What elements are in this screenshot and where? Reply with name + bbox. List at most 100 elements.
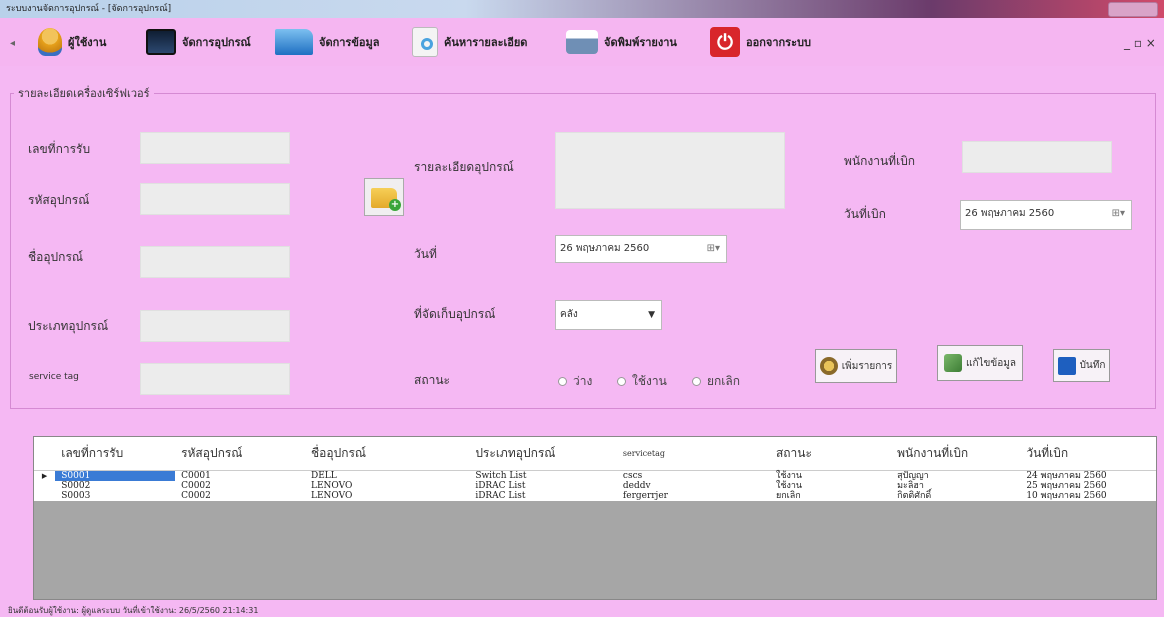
status-radio-available[interactable]: ว่าง bbox=[558, 372, 592, 391]
grid-header-row: เลขที่การรับ รหัสอุปกรณ์ ชื่ออุปกรณ์ ประ… bbox=[34, 437, 1156, 471]
menu-label: จัดพิมพ์รายงาน bbox=[604, 36, 677, 49]
issue-date-label: วันที่เบิก bbox=[844, 207, 886, 221]
calendar-dropdown-icon: ⊞▾ bbox=[1111, 208, 1125, 219]
menu-label: จัดการอุปกรณ์ bbox=[182, 36, 251, 49]
save-button[interactable]: บันทึก bbox=[1053, 349, 1110, 382]
column-header[interactable]: servicetag bbox=[616, 437, 770, 471]
status-text: ยินดีต้อนรับผู้ใช้งาน: ผู้ดูแลระบบ วันที… bbox=[8, 606, 259, 615]
radio-circle bbox=[617, 377, 626, 386]
table-cell[interactable]: 10 พฤษภาคม 2560 bbox=[1020, 491, 1156, 501]
date-picker[interactable]: 26 พฤษภาคม 2560 ⊞▾ bbox=[555, 235, 727, 263]
table-cell[interactable]: Switch List bbox=[469, 471, 617, 482]
radio-label: ใช้งาน bbox=[632, 374, 667, 388]
grid-table: เลขที่การรับ รหัสอุปกรณ์ ชื่ออุปกรณ์ ประ… bbox=[34, 437, 1156, 501]
power-icon: ⏻ bbox=[710, 27, 740, 57]
storage-combobox[interactable]: คลัง ▼ bbox=[555, 300, 662, 330]
title-bar: ระบบงานจัดการอุปกรณ์ - [จัดการอุปกรณ์] bbox=[0, 0, 1164, 18]
radio-label: ว่าง bbox=[573, 374, 593, 388]
table-cell[interactable]: cscs bbox=[617, 471, 770, 482]
table-cell[interactable]: 24 พฤษภาคม 2560 bbox=[1020, 471, 1156, 482]
table-cell[interactable]: LENOVO bbox=[305, 481, 469, 491]
device-detail-label: รายละเอียดอุปกรณ์ bbox=[414, 160, 514, 174]
calendar-dropdown-icon: ⊞▾ bbox=[706, 243, 720, 254]
table-cell[interactable]: C0002 bbox=[175, 491, 305, 501]
column-header[interactable]: ชื่ออุปกรณ์ bbox=[305, 437, 470, 471]
table-cell[interactable]: deddv bbox=[617, 481, 770, 491]
device-name-field[interactable] bbox=[140, 246, 290, 278]
printer-icon bbox=[566, 30, 598, 54]
table-cell[interactable]: LENOVO bbox=[305, 491, 469, 501]
status-radio-in-use[interactable]: ใช้งาน bbox=[617, 372, 667, 391]
table-cell[interactable]: ยกเลิก bbox=[770, 491, 891, 501]
column-header[interactable]: รหัสอุปกรณ์ bbox=[175, 437, 306, 471]
device-name-label: ชื่ออุปกรณ์ bbox=[28, 250, 84, 264]
menu-print[interactable]: จัดพิมพ์รายงาน bbox=[566, 26, 677, 58]
column-header[interactable]: เลขที่การรับ bbox=[55, 437, 176, 471]
status-radio-cancelled[interactable]: ยกเลิก bbox=[692, 372, 740, 391]
issue-date-picker[interactable]: 26 พฤษภาคม 2560 ⊞▾ bbox=[960, 200, 1132, 230]
issuer-label: พนักงานที่เบิก bbox=[844, 154, 916, 168]
mdi-window-controls[interactable]: _ ▫ × bbox=[1124, 36, 1156, 50]
menu-label: จัดการข้อมูล bbox=[319, 36, 380, 49]
table-row[interactable]: S0002 C0002 LENOVO iDRAC List deddv ใช้ง… bbox=[34, 481, 1156, 491]
menu-users[interactable]: ผู้ใช้งาน bbox=[38, 26, 106, 58]
menu-label: ผู้ใช้งาน bbox=[68, 36, 107, 49]
row-header-corner bbox=[34, 437, 56, 471]
chevron-down-icon: ▼ bbox=[648, 310, 655, 320]
menu-search[interactable]: ค้นหารายละเอียด bbox=[412, 26, 527, 58]
button-label: เพิ่มรายการ bbox=[841, 360, 893, 372]
table-row[interactable]: S0003 C0002 LENOVO iDRAC List fergerrjer… bbox=[34, 491, 1156, 501]
menu-device[interactable]: จัดการอุปกรณ์ bbox=[146, 26, 251, 58]
table-cell[interactable]: สุปัญญา bbox=[891, 471, 1020, 482]
table-cell[interactable]: S0003 bbox=[55, 491, 175, 501]
device-type-field[interactable] bbox=[140, 310, 290, 342]
device-detail-field[interactable] bbox=[555, 132, 785, 209]
user-icon bbox=[38, 28, 62, 56]
service-tag-label: service tag bbox=[29, 372, 79, 382]
storage-label: ที่จัดเก็บอุปกรณ์ bbox=[414, 307, 496, 321]
row-header[interactable] bbox=[34, 481, 55, 491]
groupbox-title: รายละเอียดเครื่องเซิร์ฟเวอร์ bbox=[14, 84, 154, 102]
menu-data[interactable]: จัดการข้อมูล bbox=[275, 26, 379, 58]
storage-value: คลัง bbox=[560, 309, 578, 320]
table-cell[interactable]: C0001 bbox=[175, 471, 305, 482]
table-cell[interactable]: S0002 bbox=[55, 481, 175, 491]
table-row[interactable]: ▶ S0001 C0001 DELL Switch List cscs ใช้ง… bbox=[34, 470, 1156, 482]
add-record-button[interactable]: เพิ่มรายการ bbox=[815, 349, 897, 383]
table-cell[interactable]: DELL bbox=[305, 471, 469, 482]
table-cell[interactable]: ใช้งาน bbox=[770, 481, 891, 491]
table-cell[interactable]: iDRAC List bbox=[469, 491, 617, 501]
table-cell[interactable]: S0001 bbox=[55, 470, 176, 481]
row-header[interactable] bbox=[34, 491, 55, 501]
table-cell[interactable]: กิตติศักดิ์ bbox=[891, 491, 1020, 501]
add-icon bbox=[819, 357, 838, 375]
menu-bar: ◂ ผู้ใช้งาน จัดการอุปกรณ์ จัดการข้อมูล ค… bbox=[0, 18, 1164, 66]
receive-no-field[interactable] bbox=[140, 132, 290, 164]
column-header[interactable]: พนักงานที่เบิก bbox=[891, 437, 1021, 471]
table-cell[interactable]: 25 พฤษภาคม 2560 bbox=[1020, 481, 1156, 491]
device-data-grid[interactable]: เลขที่การรับ รหัสอุปกรณ์ ชื่ออุปกรณ์ ประ… bbox=[33, 436, 1157, 600]
status-label: สถานะ bbox=[414, 373, 450, 387]
table-cell[interactable]: iDRAC List bbox=[469, 481, 617, 491]
window-title: ระบบงานจัดการอุปกรณ์ - [จัดการอุปกรณ์] bbox=[6, 4, 172, 14]
column-header[interactable]: สถานะ bbox=[769, 437, 892, 471]
edit-record-button[interactable]: แก้ไขข้อมูล bbox=[937, 345, 1023, 381]
plus-icon: + bbox=[389, 199, 401, 211]
column-header[interactable]: วันที่เบิก bbox=[1020, 437, 1156, 471]
menu-label: ค้นหารายละเอียด bbox=[444, 36, 528, 49]
table-cell[interactable]: ใช้งาน bbox=[770, 471, 891, 482]
search-icon bbox=[412, 27, 438, 57]
window-controls[interactable] bbox=[1108, 2, 1158, 17]
service-tag-field[interactable] bbox=[140, 363, 290, 395]
browse-device-button[interactable]: + bbox=[364, 178, 404, 216]
table-cell[interactable]: C0002 bbox=[175, 481, 305, 491]
issuer-field[interactable] bbox=[962, 141, 1112, 173]
table-cell[interactable]: fergerrjer bbox=[617, 491, 770, 501]
device-code-label: รหัสอุปกรณ์ bbox=[28, 193, 90, 207]
menu-logout[interactable]: ⏻ ออกจากระบบ bbox=[710, 26, 811, 58]
device-code-field[interactable] bbox=[140, 183, 290, 215]
device-type-label: ประเภทอุปกรณ์ bbox=[28, 319, 109, 333]
table-cell[interactable]: มะลิฮา bbox=[891, 481, 1020, 491]
column-header[interactable]: ประเภทอุปกรณ์ bbox=[469, 437, 617, 471]
radio-circle bbox=[558, 377, 567, 386]
